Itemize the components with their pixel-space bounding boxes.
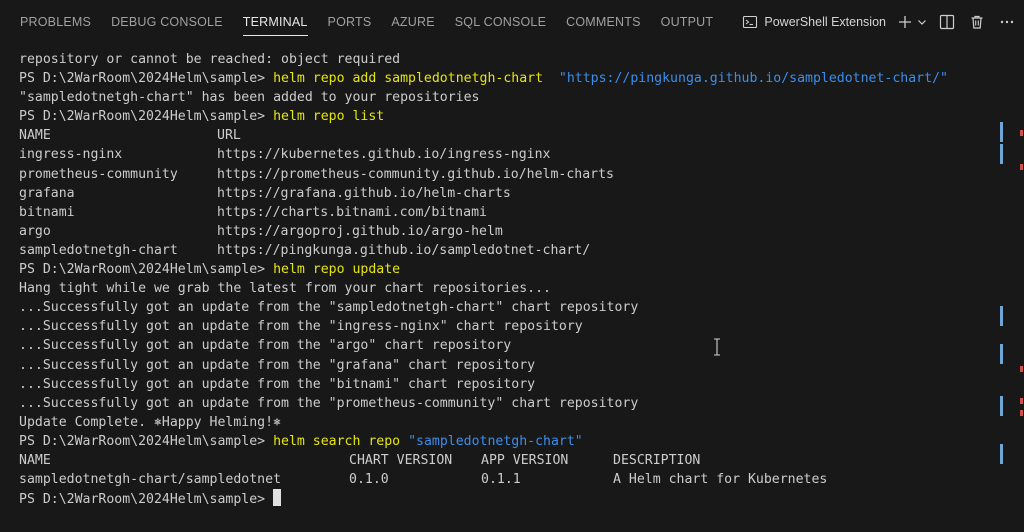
app-version: 0.1.1 bbox=[481, 472, 521, 488]
table-row: argo https://argoproj.github.io/argo-helm bbox=[19, 222, 1000, 241]
repo-name: grafana bbox=[19, 185, 75, 201]
error-marker bbox=[1020, 130, 1023, 136]
chart-name: sampledotnetgh-chart/sampledotnet bbox=[19, 472, 282, 488]
repo-name: bitnami bbox=[19, 204, 75, 220]
terminal-icon bbox=[742, 14, 758, 30]
tab-problems[interactable]: PROBLEMS bbox=[10, 0, 101, 44]
terminal-line: PS D:\2WarRoom\2024Helm\sample> bbox=[19, 489, 1000, 508]
prompt: PS D:\2WarRoom\2024Helm\sample> bbox=[19, 109, 274, 125]
prompt: PS D:\2WarRoom\2024Helm\sample> bbox=[19, 262, 274, 278]
split-terminal-icon[interactable] bbox=[936, 11, 958, 33]
prompt: PS D:\2WarRoom\2024Helm\sample> bbox=[19, 492, 274, 508]
terminal-output[interactable]: repository or cannot be reached: object … bbox=[0, 44, 1000, 532]
table-row: grafana https://grafana.github.io/helm-ch… bbox=[19, 184, 1000, 203]
panel-header: PROBLEMS DEBUG CONSOLE TERMINAL PORTS AZ… bbox=[0, 0, 1024, 44]
error-marker bbox=[1020, 398, 1023, 404]
trash-icon[interactable] bbox=[966, 11, 988, 33]
mouse-ibeam-cursor bbox=[712, 338, 722, 356]
error-marker bbox=[1020, 366, 1023, 372]
column-url: URL bbox=[217, 128, 241, 144]
terminal-line: repository or cannot be reached: object … bbox=[19, 52, 401, 67]
terminal-actions: PowerShell Extension bbox=[742, 0, 1018, 44]
table-row: bitnami https://charts.bitnami.com/bitnam… bbox=[19, 203, 1000, 222]
update-line: ...Successfully got an update from the "… bbox=[19, 357, 536, 373]
repo-name: prometheus-community bbox=[19, 166, 178, 182]
command: helm repo update bbox=[273, 262, 401, 278]
repo-name: argo bbox=[19, 223, 51, 239]
repo-url: https://charts.bitnami.com/bitnami bbox=[217, 204, 487, 220]
update-line: ...Successfully got an update from the "… bbox=[19, 376, 536, 392]
update-line: ...Successfully got an update from the "… bbox=[19, 319, 583, 335]
terminal-line: PS D:\2WarRoom\2024Helm\sample> helm rep… bbox=[19, 107, 1000, 126]
table-row: prometheus-community https://prometheus-c… bbox=[19, 165, 1000, 184]
terminal-scrollbar[interactable] bbox=[1000, 44, 1024, 532]
command: helm repo list bbox=[273, 109, 385, 125]
scroll-marker bbox=[1000, 122, 1003, 142]
repo-url: https://grafana.github.io/helm-charts bbox=[217, 185, 511, 201]
column-name: NAME bbox=[19, 452, 51, 468]
shell-label: PowerShell Extension bbox=[764, 15, 886, 29]
column-description: DESCRIPTION bbox=[613, 452, 701, 468]
terminal-cursor bbox=[273, 489, 282, 507]
shell-selector-button[interactable]: PowerShell Extension bbox=[742, 14, 886, 30]
scroll-marker bbox=[1000, 344, 1003, 364]
table-row: sampledotnetgh-chart https://pingkunga.gi… bbox=[19, 241, 1000, 260]
repo-list-header: NAME URL bbox=[19, 126, 1000, 145]
terminal-line: PS D:\2WarRoom\2024Helm\sample> helm rep… bbox=[19, 260, 1000, 279]
prompt: PS D:\2WarRoom\2024Helm\sample> bbox=[19, 433, 274, 449]
update-line: ...Successfully got an update from the "… bbox=[19, 395, 639, 411]
chart-version: 0.1.0 bbox=[349, 472, 389, 488]
error-marker bbox=[1020, 164, 1023, 170]
column-name: NAME bbox=[19, 128, 51, 144]
tab-comments[interactable]: COMMENTS bbox=[556, 0, 651, 44]
terminal-line: PS D:\2WarRoom\2024Helm\sample> helm rep… bbox=[19, 69, 1000, 88]
table-row: ingress-nginx https://kubernetes.github.i… bbox=[19, 145, 1000, 164]
scroll-marker bbox=[1000, 306, 1003, 326]
tab-sql-console[interactable]: SQL CONSOLE bbox=[445, 0, 556, 44]
command: helm search repo bbox=[273, 433, 409, 449]
tab-azure[interactable]: AZURE bbox=[381, 0, 444, 44]
scroll-marker bbox=[1000, 144, 1003, 164]
panel-tabs: PROBLEMS DEBUG CONSOLE TERMINAL PORTS AZ… bbox=[10, 0, 723, 44]
command: helm repo add sampledotnetgh-chart bbox=[273, 71, 559, 87]
plus-icon[interactable] bbox=[894, 11, 916, 33]
repo-url: https://argoproj.github.io/argo-helm bbox=[217, 223, 503, 239]
table-row: sampledotnetgh-chart/sampledotnet 0.1.0 0.… bbox=[19, 470, 1000, 489]
command-argument: "sampledotnetgh-chart" bbox=[408, 433, 583, 449]
repo-url: https://pingkunga.github.io/sampledotnet… bbox=[217, 242, 591, 258]
terminal-line: Update Complete. ⎈Happy Helming!⎈ bbox=[19, 414, 282, 430]
tab-output[interactable]: OUTPUT bbox=[651, 0, 724, 44]
prompt: PS D:\2WarRoom\2024Helm\sample> bbox=[19, 71, 274, 87]
search-results-header: NAME CHART VERSION APP VERSION DESCRIPTION bbox=[19, 451, 1000, 470]
chart-description: A Helm chart for Kubernetes bbox=[613, 472, 828, 488]
repo-url: https://kubernetes.github.io/ingress-ngi… bbox=[217, 147, 551, 163]
terminal-line: Hang tight while we grab the latest from… bbox=[19, 281, 551, 297]
terminal-line: PS D:\2WarRoom\2024Helm\sample> helm sea… bbox=[19, 432, 1000, 451]
tab-ports[interactable]: PORTS bbox=[318, 0, 382, 44]
scroll-marker bbox=[1000, 396, 1003, 416]
repo-url: https://prometheus-community.github.io/h… bbox=[217, 166, 614, 182]
column-chart-version: CHART VERSION bbox=[349, 452, 453, 468]
update-line: ...Successfully got an update from the "… bbox=[19, 338, 512, 354]
update-line: ...Successfully got an update from the "… bbox=[19, 300, 639, 316]
command-argument: "https://pingkunga.github.io/sampledotne… bbox=[558, 71, 948, 87]
tab-debug-console[interactable]: DEBUG CONSOLE bbox=[101, 0, 233, 44]
column-app-version: APP VERSION bbox=[481, 452, 569, 468]
repo-name: sampledotnetgh-chart bbox=[19, 242, 178, 258]
tab-terminal[interactable]: TERMINAL bbox=[233, 0, 318, 44]
error-marker bbox=[1020, 410, 1023, 416]
scroll-marker bbox=[1000, 444, 1003, 464]
repo-name: ingress-nginx bbox=[19, 147, 123, 163]
terminal-line: "sampledotnetgh-chart" has been added to… bbox=[19, 90, 480, 106]
more-icon[interactable] bbox=[996, 11, 1018, 33]
chevron-down-icon[interactable] bbox=[916, 11, 928, 33]
